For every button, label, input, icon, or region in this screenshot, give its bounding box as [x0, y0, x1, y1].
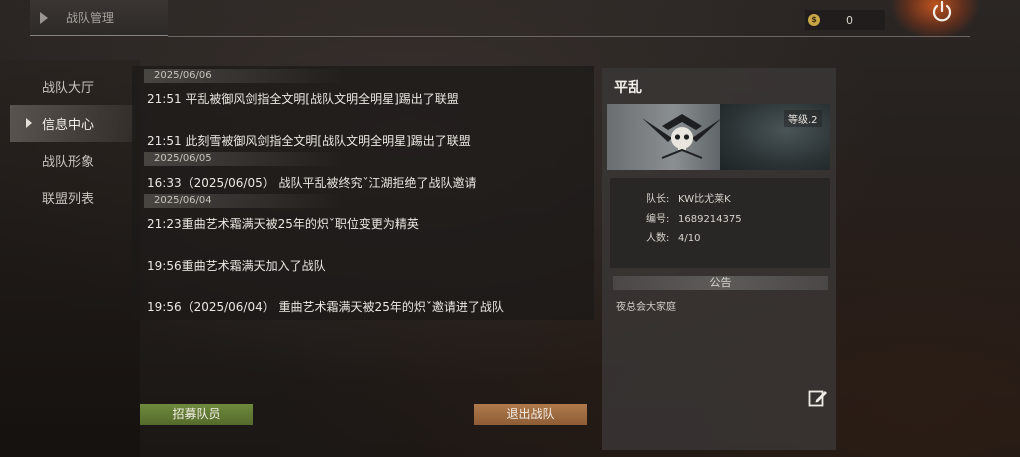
sidebar-item-alliance-list[interactable]: 联盟列表 — [10, 179, 135, 216]
team-id-row: 编号: 1689214375 — [646, 210, 742, 225]
recruit-button[interactable]: 招募队员 — [140, 404, 253, 425]
leave-team-button[interactable]: 退出战队 — [474, 404, 587, 425]
sidebar-item-label: 信息中心 — [42, 118, 95, 133]
coin-icon: $ — [808, 14, 820, 26]
log-entry: 19:56重曲艺术霜满天加入了战队 — [147, 259, 326, 273]
sidebar-item-label: 战队大厅 — [42, 81, 95, 96]
header-divider — [168, 36, 970, 37]
members-value: 4/10 — [678, 233, 701, 244]
members-row: 人数: 4/10 — [646, 229, 700, 244]
active-marker-icon — [26, 118, 32, 128]
notice-header: 公告 — [613, 276, 828, 290]
log-entry: 21:51 平乱被御风剑指全文明[战队文明全明星]踢出了联盟 — [147, 92, 459, 106]
team-level: 等级.2 — [784, 110, 822, 127]
sidebar-item-team-image[interactable]: 战队形象 — [10, 142, 135, 179]
currency-display: $ 0 — [805, 10, 885, 30]
log-date: 2025/06/04 — [144, 194, 344, 208]
edit-icon[interactable] — [808, 388, 828, 408]
team-id-value: 1689214375 — [678, 214, 742, 225]
page-title: 战队管理 — [66, 11, 115, 25]
log-date: 2025/06/05 — [144, 152, 344, 166]
captain-value: KW比尤莱K — [678, 194, 731, 205]
members-label: 人数: — [646, 233, 670, 244]
currency-value: 0 — [846, 13, 853, 27]
skull-emblem-icon — [642, 114, 722, 159]
log-entry: 19:56（2025/06/04） 重曲艺术霜满天被25年的炽ˇ邀请进了战队 — [147, 300, 504, 314]
team-id-label: 编号: — [646, 214, 670, 225]
power-icon[interactable] — [930, 0, 954, 24]
team-name: 平乱 — [614, 80, 642, 96]
sidebar-item-info-center[interactable]: 信息中心 — [10, 105, 135, 142]
captain-row: 队长: KW比尤莱K — [646, 190, 731, 205]
sidebar-item-team-hall[interactable]: 战队大厅 — [10, 68, 135, 105]
log-entry: 21:23重曲艺术霜满天被25年的炽ˇ职位变更为精英 — [147, 217, 419, 231]
sidebar: 战队大厅 信息中心 战队形象 联盟列表 — [10, 68, 135, 216]
play-arrow-icon — [40, 11, 48, 24]
header-tab[interactable]: 战队管理 — [30, 0, 168, 36]
log-date: 2025/06/06 — [144, 69, 344, 83]
sidebar-item-label: 联盟列表 — [42, 192, 95, 207]
sidebar-item-label: 战队形象 — [42, 155, 95, 170]
log-entry: 16:33（2025/06/05） 战队平乱被终究ˇ江湖拒绝了战队邀请 — [147, 176, 477, 190]
notice-text: 夜总会大家庭 — [616, 302, 676, 313]
captain-label: 队长: — [646, 194, 670, 205]
log-entry: 21:51 此刻雪被御风剑指全文明[战队文明全明星]踢出了联盟 — [147, 134, 471, 148]
